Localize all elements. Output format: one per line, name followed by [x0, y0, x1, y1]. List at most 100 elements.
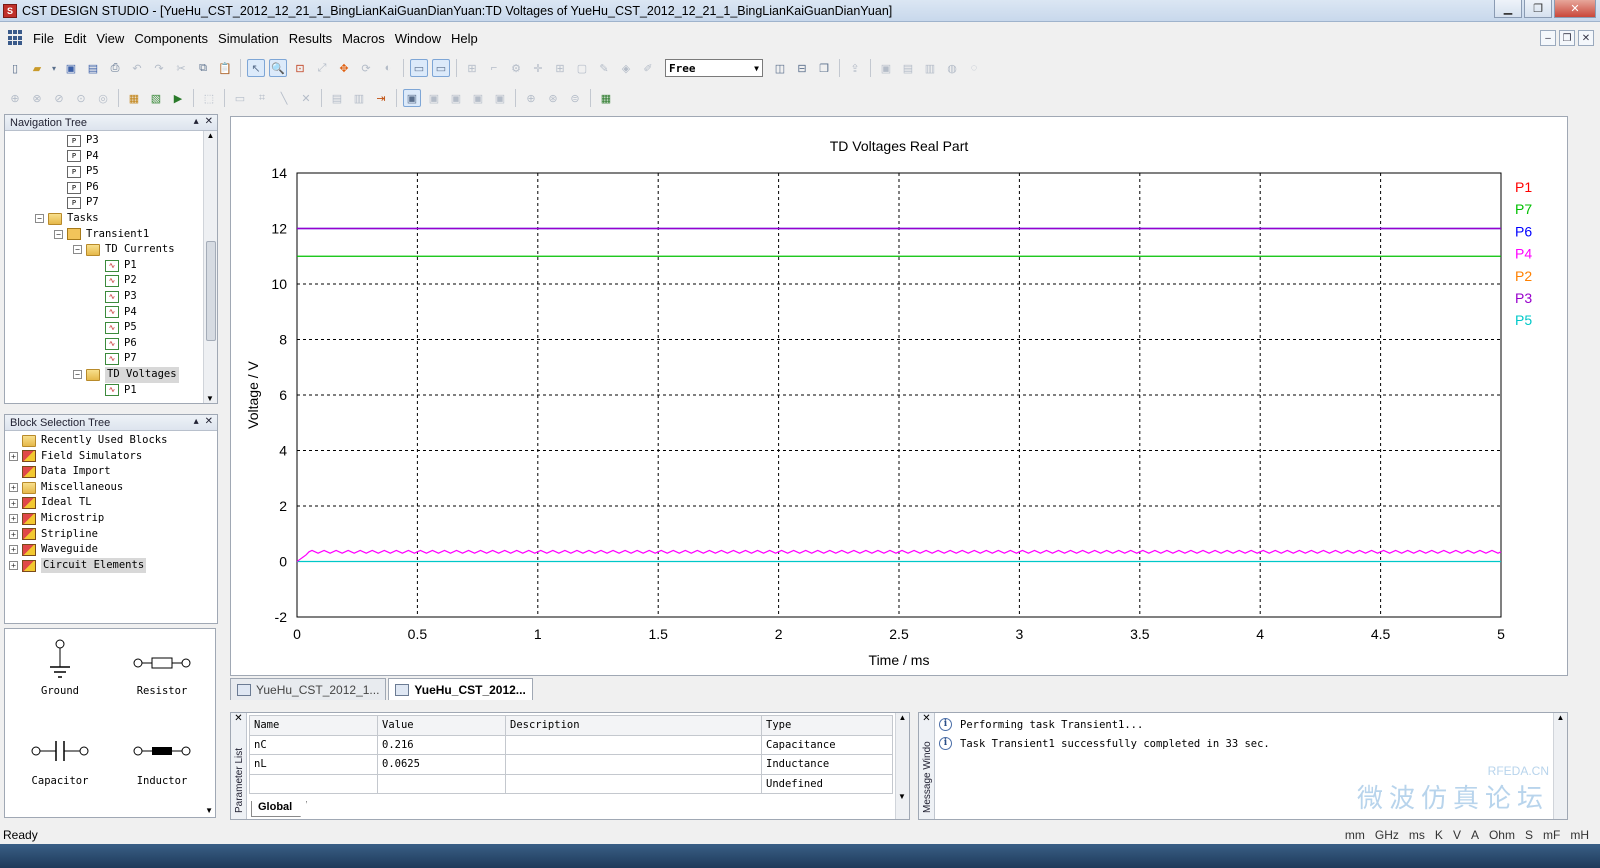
menu-view[interactable]: View: [91, 31, 129, 46]
tree-item[interactable]: + Stripline: [5, 527, 217, 543]
tab-result-plot[interactable]: YueHu_CST_2012...: [388, 678, 533, 700]
open-folder-icon[interactable]: ▰: [28, 59, 46, 77]
start-simulation-icon[interactable]: ▶: [169, 89, 187, 107]
tree-item[interactable]: − TD Voltages: [5, 366, 217, 383]
legend-entry-p2[interactable]: P2: [1515, 268, 1532, 284]
tree-item[interactable]: ∿ P1: [5, 258, 217, 274]
plot-table-icon[interactable]: ▣: [491, 89, 509, 107]
tree-item[interactable]: − Tasks: [5, 211, 217, 227]
scroll-up-icon[interactable]: ▲: [896, 713, 909, 722]
tree-item[interactable]: − Transient1: [5, 227, 217, 243]
unit-capacitance[interactable]: mF: [1538, 828, 1565, 842]
export-plot-icon[interactable]: ▦: [597, 89, 615, 107]
help-icon[interactable]: ◌: [965, 59, 983, 77]
unit-voltage[interactable]: V: [1448, 828, 1466, 842]
legend-entry-p6[interactable]: P6: [1515, 223, 1532, 239]
collapse-icon[interactable]: −: [73, 370, 82, 380]
unit-time[interactable]: ms: [1404, 828, 1430, 842]
pin-icon[interactable]: ▴: [194, 116, 199, 127]
param-value[interactable]: [377, 773, 506, 795]
param-name[interactable]: nC: [249, 734, 378, 756]
expand-icon[interactable]: +: [9, 514, 18, 524]
menu-simulation[interactable]: Simulation: [213, 31, 284, 46]
cut-icon[interactable]: ✂: [172, 59, 190, 77]
scrollbar-thumb[interactable]: [206, 241, 216, 341]
scroll-down-icon[interactable]: ▼: [204, 394, 216, 403]
component-ground[interactable]: Ground: [15, 639, 105, 697]
dropdown-arrow-icon[interactable]: ▾: [50, 59, 58, 77]
fit-view-icon[interactable]: ⤢: [313, 59, 331, 77]
pointer-icon[interactable]: ↖: [247, 59, 265, 77]
tree-item[interactable]: − TD Currents: [5, 242, 217, 258]
table-row[interactable]: nC 0.216 Capacitance: [249, 734, 893, 756]
component-inductor[interactable]: Inductor: [117, 729, 207, 787]
unit-frequency[interactable]: GHz: [1370, 828, 1404, 842]
unit-resistance[interactable]: Ohm: [1484, 828, 1520, 842]
plot-a-icon[interactable]: ▭: [231, 89, 249, 107]
component-c-icon[interactable]: ⊘: [50, 89, 68, 107]
minimize-icon[interactable]: ▁: [1494, 0, 1522, 18]
close-icon[interactable]: ✕: [205, 116, 213, 127]
legend-entry-p3[interactable]: P3: [1515, 290, 1532, 306]
tree-item[interactable]: Data Import: [5, 464, 217, 480]
component-e-icon[interactable]: ◎: [94, 89, 112, 107]
component-a-icon[interactable]: ⊕: [6, 89, 24, 107]
import-icon[interactable]: ⇥: [372, 89, 390, 107]
close-icon[interactable]: ✕: [205, 416, 213, 427]
save-icon[interactable]: ▣: [62, 59, 80, 77]
component-resistor[interactable]: Resistor: [117, 639, 207, 697]
unit-length[interactable]: mm: [1340, 828, 1370, 842]
expand-icon[interactable]: +: [9, 561, 18, 571]
line-icon[interactable]: ╲: [275, 89, 293, 107]
collapse-icon[interactable]: −: [73, 245, 82, 255]
settings-icon[interactable]: ⚙: [507, 59, 525, 77]
document-grid-icon[interactable]: [8, 30, 24, 46]
tree-item[interactable]: + Miscellaneous: [5, 480, 217, 496]
legend-entry-p5[interactable]: P5: [1515, 312, 1532, 328]
menu-window[interactable]: Window: [390, 31, 446, 46]
edit-icon[interactable]: ✐: [639, 59, 657, 77]
view-2d-icon[interactable]: ▤: [899, 59, 917, 77]
tree-item[interactable]: P P3: [5, 133, 217, 149]
parameter-sweep-icon[interactable]: ▦: [125, 89, 143, 107]
legend-entry-p7[interactable]: P7: [1515, 201, 1532, 217]
scroll-down-icon[interactable]: ▼: [205, 806, 213, 815]
window-cascade-icon[interactable]: ❐: [815, 59, 833, 77]
parameter-list-scrollbar[interactable]: ▲ ▼: [895, 713, 909, 819]
unit-temperature[interactable]: K: [1430, 828, 1448, 842]
table-b-icon[interactable]: ▥: [350, 89, 368, 107]
message-row[interactable]: i Performing task Transient1...: [939, 715, 1143, 734]
tab-schematic[interactable]: YueHu_CST_2012_1...: [230, 678, 387, 700]
mode-select[interactable]: Free ▼: [665, 59, 763, 77]
copy-icon[interactable]: ⧉: [194, 59, 212, 77]
mdi-minimize-icon[interactable]: –: [1540, 30, 1556, 46]
message-window-scrollbar[interactable]: ▲: [1553, 713, 1567, 819]
node-icon[interactable]: ✛: [529, 59, 547, 77]
param-description[interactable]: [505, 734, 762, 756]
close-icon[interactable]: ✕: [919, 713, 934, 724]
print-icon[interactable]: ⎙: [106, 59, 124, 77]
expand-icon[interactable]: +: [9, 483, 18, 493]
tree-item[interactable]: + Microstrip: [5, 511, 217, 527]
menu-file[interactable]: File: [28, 31, 59, 46]
scroll-down-icon[interactable]: ▼: [896, 792, 908, 801]
voltage-chart[interactable]: 0 0.5 1 1.5 2 2.5 3 3.5 4 4.5 5 -2 0 2 4 6 8 10 12 14 TD Vol…: [231, 117, 1567, 675]
split-vertical-icon[interactable]: ◫: [771, 59, 789, 77]
collapse-icon[interactable]: −: [54, 229, 63, 239]
rotate-icon[interactable]: ⟳: [357, 59, 375, 77]
plot-1d-icon[interactable]: ▣: [403, 89, 421, 107]
legend-entry-p1[interactable]: P1: [1515, 179, 1532, 195]
redo-icon[interactable]: ↷: [150, 59, 168, 77]
tree-item[interactable]: + Field Simulators: [5, 449, 217, 465]
tree-item[interactable]: ∿ P2: [5, 273, 217, 289]
column-name[interactable]: Name: [249, 715, 378, 736]
tree-item[interactable]: P P5: [5, 164, 217, 180]
tree-item[interactable]: P P6: [5, 180, 217, 196]
tree-item[interactable]: ∿ P1: [5, 383, 217, 399]
plot-window[interactable]: 0 0.5 1 1.5 2 2.5 3 3.5 4 4.5 5 -2 0 2 4 6 8 10 12 14 TD Vol…: [230, 116, 1568, 676]
undo-icon[interactable]: ↶: [128, 59, 146, 77]
scroll-up-icon[interactable]: ▲: [204, 131, 217, 140]
scroll-up-icon[interactable]: ▲: [1554, 713, 1567, 722]
tree-item[interactable]: Recently Used Blocks: [5, 433, 217, 449]
paste-icon[interactable]: 📋: [216, 59, 234, 77]
